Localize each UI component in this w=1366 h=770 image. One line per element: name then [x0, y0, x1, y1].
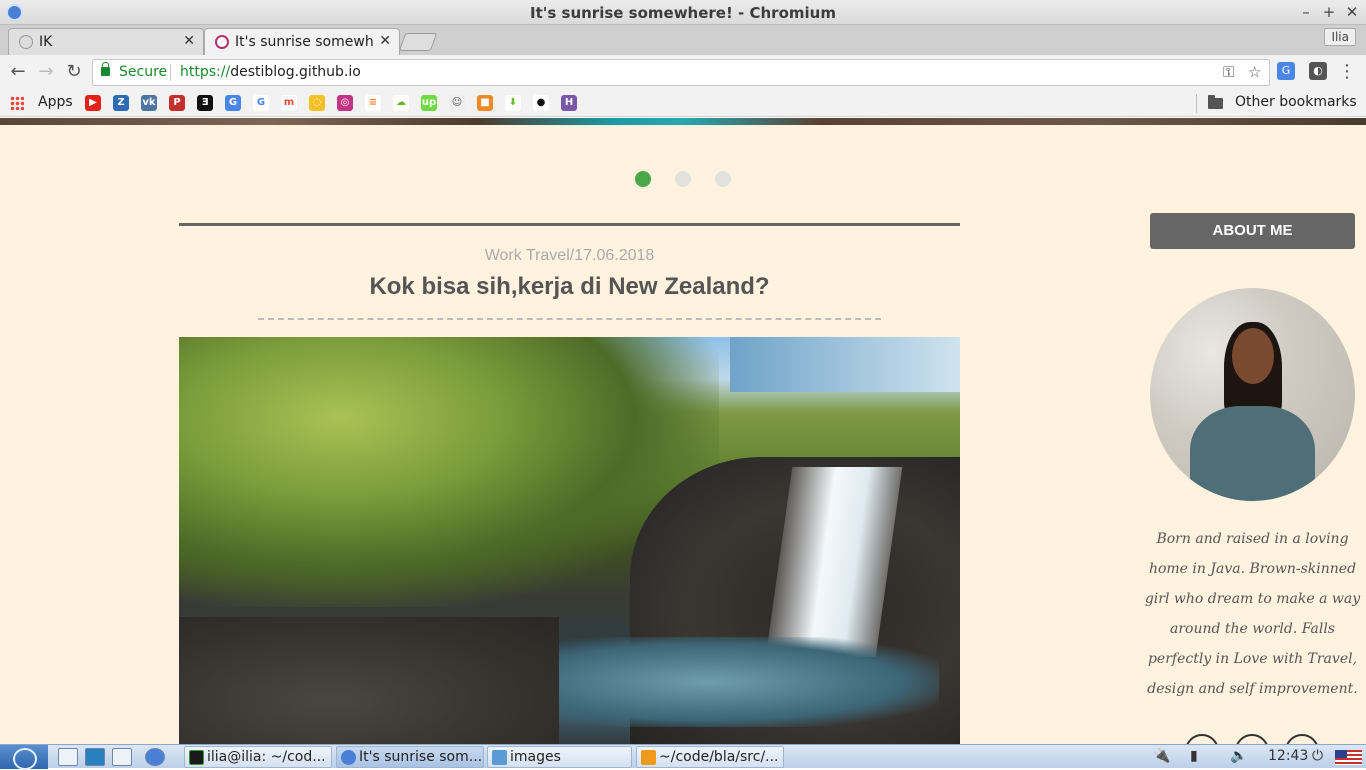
bookmark-apps[interactable]: Apps — [38, 94, 73, 110]
post-divider — [179, 223, 960, 226]
other-bookmarks[interactable]: Other bookmarks — [1235, 94, 1357, 110]
download-icon[interactable]: ⬇ — [505, 95, 521, 111]
task-editor[interactable]: ~/code/bla/src/... — [636, 746, 784, 768]
star-icon[interactable]: ☆ — [1248, 63, 1261, 81]
tab-label: It's sunrise somewh — [235, 34, 374, 50]
close-tab-icon[interactable]: ✕ — [183, 33, 195, 49]
apps-grid-icon[interactable] — [10, 96, 24, 110]
dashed-divider — [258, 318, 881, 320]
sublime-icon — [641, 750, 656, 765]
divider — [1196, 94, 1197, 113]
address-bar[interactable]: Secure https://destiblog.github.io ⚿ ☆ — [92, 59, 1270, 86]
lock-icon — [101, 62, 110, 76]
minimize-icon[interactable]: – — [1297, 3, 1315, 21]
profile-button[interactable]: Ilia — [1324, 28, 1356, 46]
p-icon[interactable]: P — [169, 95, 185, 111]
taskbar: ilia@ilia: ~/cod... It's sunrise som... … — [0, 744, 1366, 770]
file-manager-icon[interactable] — [58, 748, 78, 766]
page-content: Work Travel/17.06.2018 Kok bisa sih,kerj… — [0, 118, 1366, 744]
url-text[interactable]: https://destiblog.github.io — [180, 64, 361, 80]
translate-extension-icon[interactable]: G — [1277, 62, 1295, 80]
author-avatar — [1150, 288, 1355, 501]
author-bio: Born and raised in a loving home in Java… — [1144, 531, 1361, 697]
close-tab-icon[interactable]: ✕ — [379, 33, 391, 49]
translate-icon[interactable]: G — [225, 95, 241, 111]
chromium-icon — [341, 750, 356, 765]
bookmark-icon-14[interactable]: ☺ — [449, 95, 465, 111]
twitter-icon[interactable] — [1235, 734, 1269, 744]
tab-ik[interactable]: IK ✕ — [8, 28, 204, 55]
keyboard-layout-flag-icon[interactable] — [1335, 750, 1362, 765]
bookmark-icon-12[interactable]: ☁ — [393, 95, 409, 111]
slider-dot-2[interactable] — [675, 171, 691, 187]
pinterest-icon[interactable] — [1285, 734, 1319, 744]
sky-area — [730, 337, 960, 392]
task-label: It's sunrise som... — [359, 749, 483, 765]
volume-icon[interactable]: 🔈 — [1230, 748, 1247, 764]
bookmarks-bar: Apps ▶ Z vk P Ǝ G G m ◌ ◎ ≡ ☁ up ☺ ■ ⬇ ●… — [0, 90, 1366, 117]
skull-icon — [19, 35, 33, 49]
post-meta[interactable]: Work Travel/17.06.2018 — [179, 247, 960, 265]
signal-icon[interactable]: ▮ — [1190, 748, 1198, 764]
slider-dot-1[interactable] — [635, 171, 651, 187]
bookmark-icon-18[interactable]: H — [561, 95, 577, 111]
forward-arrow-icon[interactable]: → — [35, 61, 57, 82]
stackoverflow-icon[interactable]: ≡ — [365, 95, 381, 111]
power-icon[interactable]: ⏻ — [1312, 748, 1323, 764]
task-terminal[interactable]: ilia@ilia: ~/cod... — [184, 746, 332, 768]
browser-toolbar: ← → ↻ Secure https://destiblog.github.io… — [0, 55, 1366, 90]
hero-image-strip — [0, 118, 1366, 125]
about-me-button[interactable]: ABOUT ME — [1150, 213, 1355, 249]
avatar-head — [1232, 328, 1274, 384]
task-images[interactable]: images — [487, 746, 632, 768]
window-icon[interactable] — [112, 748, 132, 766]
key-icon[interactable]: ⚿ — [1223, 63, 1234, 81]
instagram-icon[interactable]: ◎ — [337, 95, 353, 111]
chromium-launcher-icon[interactable] — [145, 748, 165, 766]
task-label: ~/code/bla/src/... — [659, 749, 779, 765]
close-icon[interactable]: ✕ — [1343, 3, 1361, 21]
menu-icon[interactable]: ⋮ — [1338, 61, 1356, 82]
power-plug-icon[interactable]: 🔌 — [1153, 748, 1170, 764]
extension-icon[interactable]: ◐ — [1309, 62, 1327, 80]
github-icon[interactable]: ● — [533, 95, 549, 111]
avatar-shirt — [1190, 406, 1315, 501]
bookmark-icon-8[interactable]: m — [281, 95, 297, 111]
bookmark-icon-2[interactable]: Z — [113, 95, 129, 111]
bookmark-icon-5[interactable]: Ǝ — [197, 95, 213, 111]
task-label: ilia@ilia: ~/cod... — [207, 749, 326, 765]
task-chromium[interactable]: It's sunrise som... — [336, 746, 484, 768]
tab-label: IK — [39, 34, 53, 50]
tab-sunrise[interactable]: It's sunrise somewh ✕ — [204, 28, 400, 55]
secure-label: Secure — [119, 64, 168, 80]
folder-icon — [1208, 95, 1223, 109]
window-title: It's sunrise somewhere! - Chromium — [530, 4, 836, 22]
keep-icon[interactable]: ◌ — [309, 95, 325, 111]
divider — [170, 64, 171, 81]
task-label: images — [510, 749, 561, 765]
rocks-left-area — [179, 617, 559, 744]
clock[interactable]: 12:43 — [1268, 748, 1308, 764]
window-titlebar: It's sunrise somewhere! - Chromium – + ✕ — [0, 0, 1366, 25]
post-image[interactable] — [179, 337, 960, 744]
maximize-icon[interactable]: + — [1320, 3, 1338, 21]
site-favicon-icon — [215, 35, 229, 49]
google-icon[interactable]: G — [253, 95, 269, 111]
tab-strip: IK ✕ It's sunrise somewh ✕ Ilia — [0, 25, 1366, 55]
slider-dot-3[interactable] — [715, 171, 731, 187]
network-icon[interactable] — [85, 748, 105, 766]
folder-icon — [492, 750, 507, 765]
vk-icon[interactable]: vk — [141, 95, 157, 111]
back-arrow-icon[interactable]: ← — [7, 61, 29, 82]
upwork-icon[interactable]: up — [421, 95, 437, 111]
new-tab-button[interactable] — [398, 33, 438, 51]
youtube-icon[interactable]: ▶ — [85, 95, 101, 111]
post-title[interactable]: Kok bisa sih,kerja di New Zealand? — [179, 273, 960, 301]
terminal-icon — [189, 750, 204, 765]
bookmark-icon-15[interactable]: ■ — [477, 95, 493, 111]
facebook-icon[interactable] — [1185, 734, 1219, 744]
reload-icon[interactable]: ↻ — [63, 61, 85, 82]
start-menu-button[interactable] — [0, 745, 48, 770]
